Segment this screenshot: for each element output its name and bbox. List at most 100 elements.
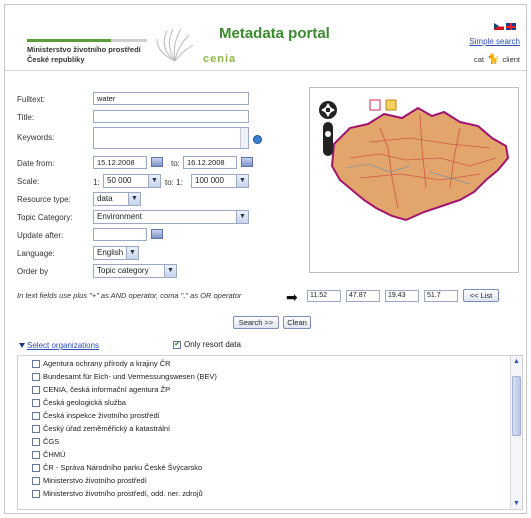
org-label: ČR - Správa Národního parku České Švýcar… [43,463,203,472]
org-checkbox[interactable] [32,398,40,407]
keywords-scrollbar[interactable] [240,128,248,148]
coord-maxy[interactable]: 51.7 [424,290,458,302]
keywords-help-icon[interactable] [253,135,262,144]
update-after-input[interactable] [93,228,147,241]
list-item[interactable]: ČHMÚ [32,450,66,459]
list-item[interactable]: Ministerstvo životního prostředí [32,476,147,485]
scale-from-select[interactable]: 50 000 ▼ [103,174,161,188]
expand-triangle-icon[interactable] [19,343,25,348]
date-from-label: Date from: [17,159,55,168]
resource-type-select[interactable]: data ▼ [93,192,141,206]
ministry-line-2: České republiky [27,55,85,64]
only-resort-data-checkbox[interactable]: Only resort data [173,339,241,349]
scale-to-prefix: to: 1: [165,178,183,187]
search-button[interactable]: Search >> [233,316,279,329]
scale-from-value: 50 000 [107,176,132,185]
order-by-label: Order by [17,267,49,276]
operator-hint: In text fields use plus "+" as AND opera… [17,291,242,300]
list-item[interactable]: Bundesamt für Eich- und Vermessungswesen… [32,372,217,381]
list-item[interactable]: Česká inspekce životního prostředí [32,411,160,420]
list-item[interactable]: Ministerstvo životního prostředí, odd. n… [32,489,203,498]
keywords-label: Keywords: [17,133,55,142]
cenia-logo-text: cenia [203,53,237,65]
org-checkbox[interactable] [32,411,40,420]
coord-minx[interactable]: 11.52 [307,290,341,302]
coord-maxx[interactable]: 19.43 [385,290,419,302]
czech-map[interactable] [310,88,518,272]
title-label: Title: [17,113,35,122]
scale-label: Scale: [17,177,40,186]
org-checkbox[interactable] [32,424,40,433]
organizations-scrollbar[interactable]: ▲ ▼ [510,356,522,509]
order-by-select[interactable]: Topic category ▼ [93,264,177,278]
map-panel[interactable] [309,87,519,273]
header: Ministerstvo životního prostředí České r… [5,5,526,71]
list-item[interactable]: Český úřad zeměměřický a katastrální [32,424,170,433]
catclient-logo: cat 🐈 client [474,54,520,65]
clean-button[interactable]: Clean [283,316,311,329]
scale-to-select[interactable]: 100 000 ▼ [191,174,249,188]
org-checkbox[interactable] [32,450,40,459]
list-button[interactable]: << List [463,289,499,302]
date-from-input[interactable]: 15.12.2008 [93,156,147,169]
select-organizations-link[interactable]: Select organizations [27,341,99,350]
cat-icon: 🐈 [487,54,500,65]
only-resort-label: Only resort data [184,340,241,349]
title-input[interactable] [93,110,249,123]
pan-hand-icon[interactable] [385,99,397,111]
org-label: Ministerstvo životního prostředí, odd. n… [43,489,203,498]
chevron-down-icon: ▼ [236,211,248,223]
org-checkbox[interactable] [32,437,40,446]
language-select[interactable]: English ▼ [93,246,139,260]
org-label: ČHMÚ [43,450,66,459]
topic-category-value: Environment [97,212,142,221]
scroll-down-icon[interactable]: ▼ [513,500,520,507]
simple-search-link[interactable]: Simple search [469,37,520,46]
organizations-list[interactable]: Agentura ochrany přírody a krajiny ČR Bu… [17,355,523,510]
resource-type-value: data [97,194,113,203]
language-value: English [97,248,124,257]
org-checkbox[interactable] [32,476,40,485]
list-item[interactable]: Agentura ochrany přírody a krajiny ČR [32,359,171,368]
org-label: Česká inspekce životního prostředí [43,411,160,420]
language-flags [494,23,516,30]
uk-flag-icon[interactable] [506,23,516,30]
org-label: Ministerstvo životního prostředí [43,476,147,485]
topic-category-select[interactable]: Environment ▼ [93,210,249,224]
org-checkbox[interactable] [32,489,40,498]
org-label: Agentura ochrany přírody a krajiny ČR [43,359,171,368]
zoom-box-icon[interactable] [369,99,381,111]
arrow-right-icon: ➡ [286,289,298,305]
keywords-textarea[interactable] [93,127,249,149]
date-from-calendar-icon[interactable] [151,157,163,167]
page-title: Metadata portal [219,25,330,42]
chevron-down-icon: ▼ [236,175,248,187]
date-to-input[interactable]: 16.12.2008 [183,156,237,169]
fulltext-input[interactable]: water [93,92,249,105]
order-by-value: Topic category [97,266,149,275]
list-item[interactable]: ČGS [32,437,59,446]
org-checkbox[interactable] [32,385,40,394]
update-after-calendar-icon[interactable] [151,229,163,239]
list-item[interactable]: CENIA, česká informační agentura ŽP [32,385,170,394]
scrollbar-thumb[interactable] [512,376,521,436]
metadata-portal-window: Ministerstvo životního prostředí České r… [4,4,527,514]
date-to-calendar-icon[interactable] [241,157,253,167]
czech-flag-icon[interactable] [494,23,504,30]
list-item[interactable]: Česká geologická služba [32,398,126,407]
date-to-label: to: [171,159,180,168]
org-label: ČGS [43,437,60,446]
org-label: Bundesamt für Eich- und Vermessungswesen… [43,372,217,381]
chevron-down-icon: ▼ [126,247,138,259]
org-checkbox[interactable] [32,359,40,368]
org-checkbox[interactable] [32,372,40,381]
chevron-down-icon: ▼ [128,193,140,205]
list-item[interactable]: ČR - Správa Národního parku České Švýcar… [32,463,202,472]
only-resort-checkbox-box[interactable] [173,339,181,349]
org-checkbox[interactable] [32,463,40,472]
scroll-up-icon[interactable]: ▲ [513,358,520,365]
coord-miny[interactable]: 47.87 [346,290,380,302]
scale-from-prefix: 1: [93,178,100,187]
topic-category-label: Topic Category: [17,213,73,222]
scale-to-value: 100 000 [195,176,224,185]
